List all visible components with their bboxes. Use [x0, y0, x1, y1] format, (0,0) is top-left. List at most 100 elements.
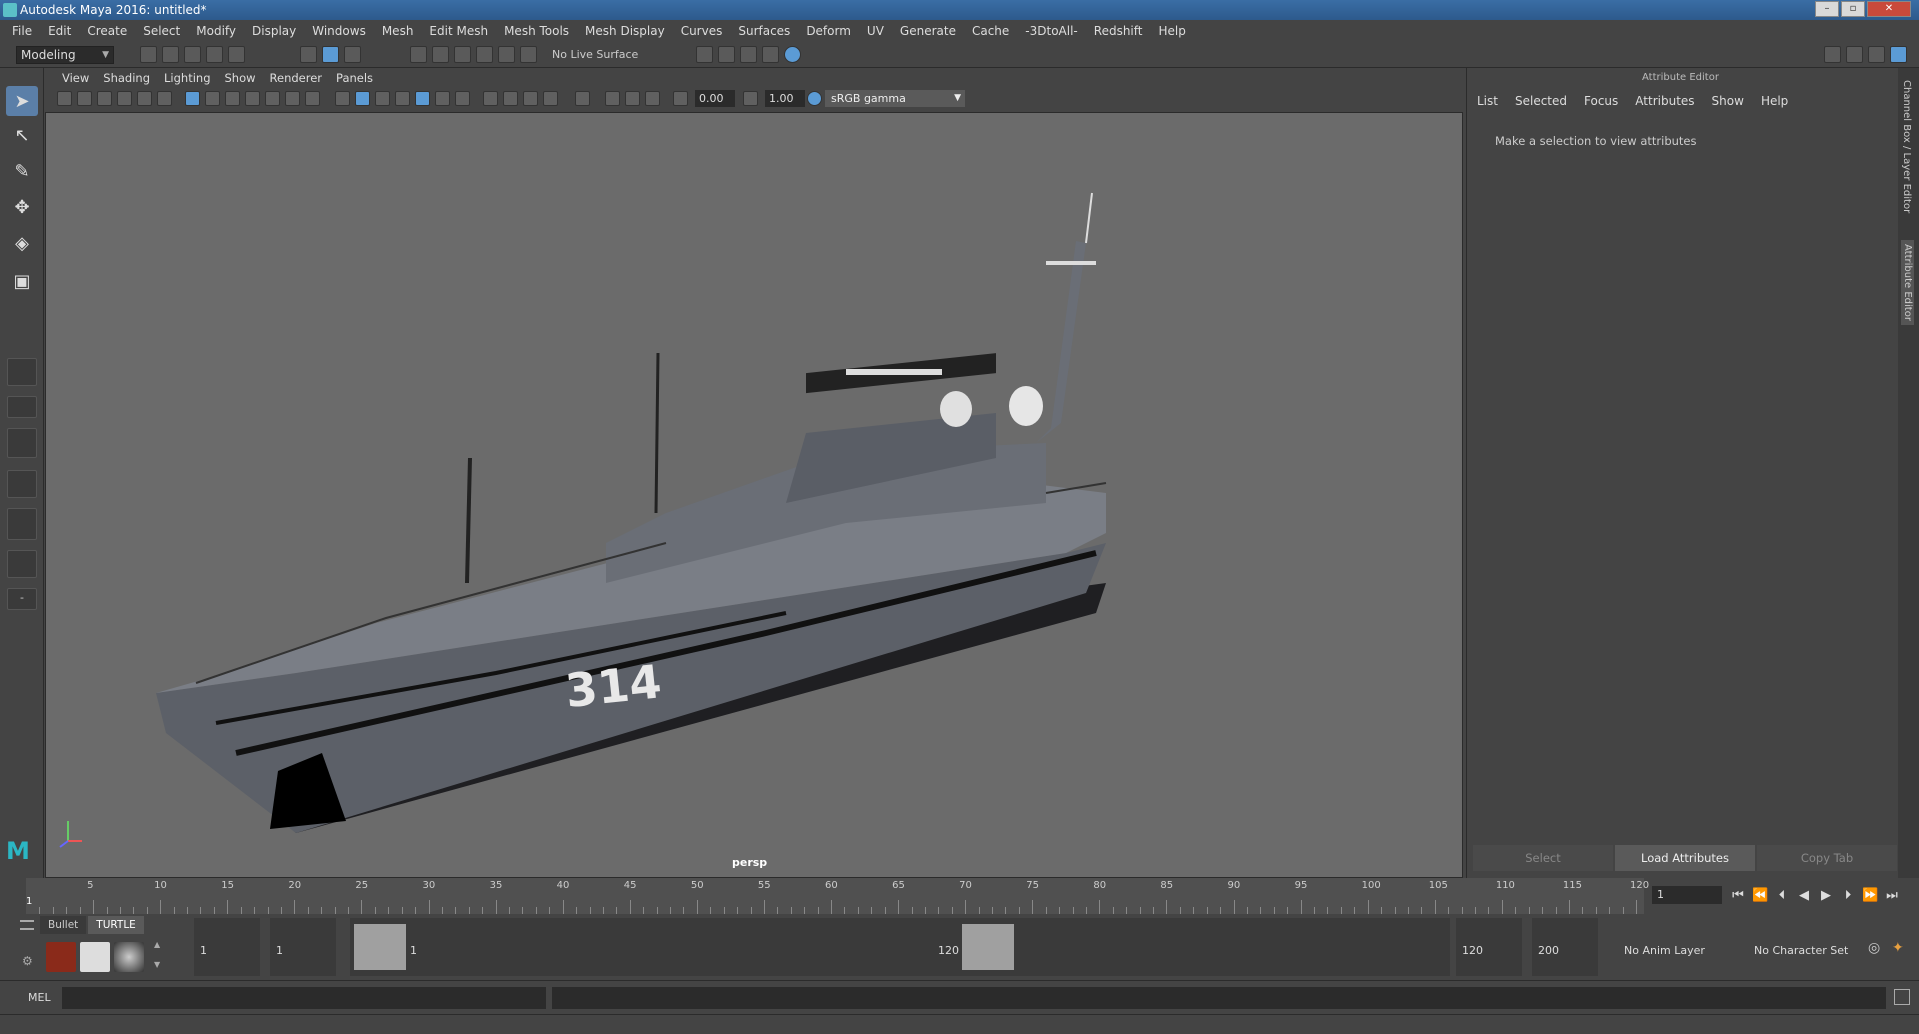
xray-icon[interactable]: [605, 91, 620, 106]
playback-end-field[interactable]: 120: [1456, 918, 1522, 976]
playback-start-field[interactable]: 1: [270, 918, 336, 976]
image-plane-icon[interactable]: [117, 91, 132, 106]
menu-cache[interactable]: Cache: [964, 24, 1017, 38]
menu-mesh-display[interactable]: Mesh Display: [577, 24, 673, 38]
select-hierarchy-icon[interactable]: [300, 46, 317, 63]
2d-pan-icon[interactable]: [137, 91, 152, 106]
snap-curve-icon[interactable]: [432, 46, 449, 63]
range-bar[interactable]: 1 120: [350, 918, 1450, 976]
layout-more-icon[interactable]: -: [7, 588, 37, 610]
isolate-select-icon[interactable]: [575, 91, 590, 106]
menu-redshift[interactable]: Redshift: [1086, 24, 1151, 38]
ae-menu-list[interactable]: List: [1477, 94, 1507, 108]
magnet-icon[interactable]: [520, 46, 537, 63]
turtle-render-icon[interactable]: [46, 942, 76, 972]
safe-action-icon[interactable]: [285, 91, 300, 106]
tab-channel-box[interactable]: Channel Box / Layer Editor: [1901, 80, 1912, 213]
gamma-field[interactable]: 1.00: [765, 90, 805, 107]
select-component-icon[interactable]: [344, 46, 361, 63]
bookmark-icon[interactable]: [97, 91, 112, 106]
xray-joints-icon[interactable]: [625, 91, 640, 106]
wireframe-on-shaded-icon[interactable]: [395, 91, 410, 106]
motion-blur-icon[interactable]: [503, 91, 518, 106]
menu-mesh[interactable]: Mesh: [374, 24, 422, 38]
gamma-icon[interactable]: [743, 91, 758, 106]
step-forward-icon[interactable]: ⏩: [1862, 888, 1878, 904]
turtle-bake-icon[interactable]: [80, 942, 110, 972]
end-time-field[interactable]: 200: [1532, 918, 1598, 976]
menu-create[interactable]: Create: [79, 24, 135, 38]
3d-viewport[interactable]: 314 persp: [45, 112, 1463, 878]
menu-edit-mesh[interactable]: Edit Mesh: [421, 24, 496, 38]
snap-point-icon[interactable]: [454, 46, 471, 63]
resolution-gate-icon[interactable]: [225, 91, 240, 106]
script-editor-icon[interactable]: [1894, 989, 1910, 1005]
minimize-button[interactable]: –: [1815, 1, 1839, 17]
mel-label[interactable]: MEL: [28, 991, 51, 1004]
play-backward-icon[interactable]: ◀: [1796, 888, 1812, 904]
depth-of-field-icon[interactable]: [543, 91, 558, 106]
shelf-settings-icon[interactable]: ⚙: [22, 954, 33, 968]
live-surface-label[interactable]: No Live Surface: [552, 48, 638, 61]
ipr-render-icon[interactable]: [740, 46, 757, 63]
camera-attr-icon[interactable]: [77, 91, 92, 106]
save-scene-icon[interactable]: [184, 46, 201, 63]
grease-pencil-icon[interactable]: [157, 91, 172, 106]
time-slider-ruler[interactable]: 5 10 15 20 25 30 35 40 45 50 55 60 65 70 75 80 85 90 95 100…: [26, 878, 1649, 914]
auto-key-icon[interactable]: ◎: [1868, 940, 1880, 956]
render-view-icon[interactable]: [696, 46, 713, 63]
ae-select-button[interactable]: Select: [1473, 845, 1613, 871]
go-to-end-icon[interactable]: ⏭: [1884, 888, 1900, 904]
modeling-toolkit-icon[interactable]: [1824, 46, 1841, 63]
film-gate-icon[interactable]: [205, 91, 220, 106]
color-management-icon[interactable]: [807, 91, 822, 106]
shelf-tab-turtle[interactable]: TURTLE: [88, 916, 144, 934]
ae-menu-help[interactable]: Help: [1761, 94, 1797, 108]
snap-grid-icon[interactable]: [410, 46, 427, 63]
vp-menu-panels[interactable]: Panels: [329, 71, 380, 85]
menu-mesh-tools[interactable]: Mesh Tools: [496, 24, 577, 38]
menu-3dtoall[interactable]: -3DtoAll-: [1017, 24, 1085, 38]
exposure-icon[interactable]: [673, 91, 688, 106]
select-tool-icon[interactable]: ➤: [6, 86, 38, 116]
textured-icon[interactable]: [415, 91, 430, 106]
vp-menu-renderer[interactable]: Renderer: [263, 71, 330, 85]
wireframe-icon[interactable]: [335, 91, 350, 106]
shelf-scroll-up-icon[interactable]: ▲: [154, 940, 160, 949]
render-settings-icon[interactable]: [762, 46, 779, 63]
menu-set-dropdown[interactable]: Modeling: [16, 46, 114, 64]
xray-components-icon[interactable]: [645, 91, 660, 106]
rotate-tool-icon[interactable]: ◈: [6, 228, 38, 258]
snap-surface-icon[interactable]: [498, 46, 515, 63]
menu-edit[interactable]: Edit: [40, 24, 79, 38]
shelf-tab-bullet[interactable]: Bullet: [40, 916, 87, 934]
menu-curves[interactable]: Curves: [673, 24, 731, 38]
range-start-handle[interactable]: [354, 924, 406, 970]
maximize-button[interactable]: ▫: [1841, 1, 1865, 17]
menu-surfaces[interactable]: Surfaces: [730, 24, 798, 38]
tab-attribute-editor[interactable]: Attribute Editor: [1901, 240, 1914, 325]
vp-menu-lighting[interactable]: Lighting: [157, 71, 217, 85]
menu-windows[interactable]: Windows: [304, 24, 374, 38]
menu-generate[interactable]: Generate: [892, 24, 964, 38]
grid-toggle-icon[interactable]: [185, 91, 200, 106]
shadows-icon[interactable]: [455, 91, 470, 106]
vp-menu-show[interactable]: Show: [218, 71, 263, 85]
shelf-scroll-down-icon[interactable]: ▼: [154, 960, 160, 969]
ae-copy-tab-button[interactable]: Copy Tab: [1757, 845, 1897, 871]
close-button[interactable]: ✕: [1867, 1, 1911, 17]
lights-icon[interactable]: [435, 91, 450, 106]
mel-input[interactable]: [62, 987, 546, 1009]
range-end-handle[interactable]: [962, 924, 1014, 970]
tool-settings-icon[interactable]: [1868, 46, 1885, 63]
exposure-field[interactable]: 0.00: [695, 90, 735, 107]
layout-two-side-icon[interactable]: [7, 428, 37, 458]
turtle-sphere-icon[interactable]: [114, 942, 144, 972]
ae-load-attributes-button[interactable]: Load Attributes: [1615, 845, 1755, 871]
character-set-dropdown[interactable]: No Character Set: [1748, 918, 1866, 976]
redo-icon[interactable]: [228, 46, 245, 63]
move-tool-icon[interactable]: ✥: [6, 192, 38, 222]
menu-display[interactable]: Display: [244, 24, 304, 38]
anim-prefs-icon[interactable]: ✦: [1892, 940, 1904, 956]
current-frame-field[interactable]: 1: [1652, 886, 1722, 904]
